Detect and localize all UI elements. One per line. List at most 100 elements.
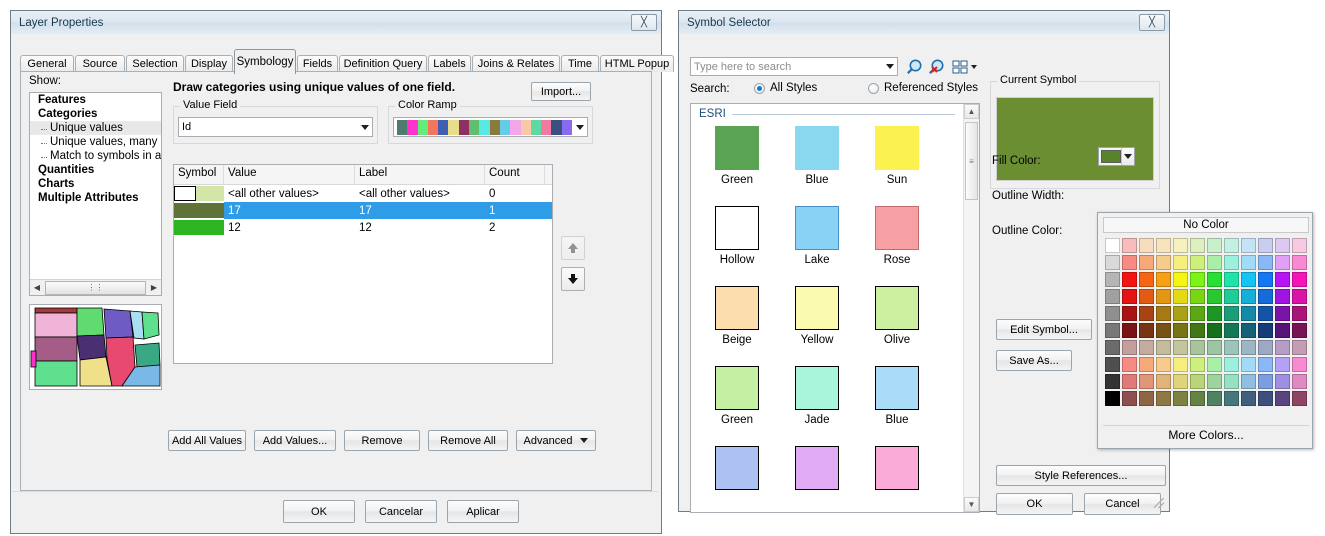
color-swatch[interactable] <box>1156 323 1171 338</box>
color-swatch[interactable] <box>1156 238 1171 253</box>
color-swatch[interactable] <box>1190 391 1205 406</box>
gallery-item-swatch[interactable] <box>715 286 759 330</box>
gallery-item-swatch[interactable] <box>875 366 919 410</box>
gallery-item-swatch[interactable] <box>715 446 759 490</box>
color-swatch[interactable] <box>1105 374 1120 389</box>
gallery-item[interactable]: Blue <box>857 366 937 446</box>
radio-referenced-styles[interactable]: Referenced Styles <box>868 82 978 94</box>
color-swatch[interactable] <box>1292 289 1307 304</box>
color-swatch[interactable] <box>1190 374 1205 389</box>
edit-symbol-button[interactable]: Edit Symbol... <box>996 319 1092 340</box>
gallery-item[interactable]: Blue <box>777 126 857 206</box>
color-swatch[interactable] <box>1207 391 1222 406</box>
color-swatch[interactable] <box>1275 340 1290 355</box>
gallery-item[interactable]: Sun <box>857 126 937 206</box>
row-symbol-cell[interactable] <box>174 185 224 202</box>
radio-all-styles[interactable]: All Styles <box>754 82 817 94</box>
color-swatch[interactable] <box>1156 357 1171 372</box>
show-list[interactable]: Features Categories Unique values Unique… <box>29 92 162 296</box>
gallery-item[interactable]: Yellow <box>777 286 857 366</box>
import-button[interactable]: Import... <box>531 82 591 101</box>
color-swatch[interactable] <box>1275 272 1290 287</box>
gallery-item-swatch[interactable] <box>875 446 919 490</box>
color-swatch[interactable] <box>1139 323 1154 338</box>
symbol-swatch-hollow[interactable] <box>174 186 196 201</box>
gallery-item[interactable]: Jade <box>777 366 857 446</box>
gallery-item[interactable] <box>697 446 777 512</box>
color-swatch[interactable] <box>1207 323 1222 338</box>
symbol-swatch-secondary[interactable] <box>196 186 224 201</box>
ok-button[interactable]: OK <box>283 500 355 523</box>
color-swatch[interactable] <box>1190 306 1205 321</box>
color-swatch[interactable] <box>1139 306 1154 321</box>
color-swatch[interactable] <box>1207 340 1222 355</box>
tab-display[interactable]: Display <box>185 55 233 72</box>
color-swatch[interactable] <box>1241 306 1256 321</box>
table-row[interactable]: <all other values> <all other values> 0 <box>174 185 552 202</box>
arrow-down-icon[interactable] <box>561 267 585 291</box>
gallery-item-swatch[interactable] <box>875 126 919 170</box>
color-swatch[interactable] <box>1173 374 1188 389</box>
color-swatch[interactable] <box>1105 306 1120 321</box>
tab-general[interactable]: General <box>20 55 74 72</box>
color-swatch[interactable] <box>1122 357 1137 372</box>
color-swatch[interactable] <box>1173 391 1188 406</box>
color-swatch[interactable] <box>1207 306 1222 321</box>
fill-color-combo[interactable] <box>1098 147 1135 166</box>
color-swatch[interactable] <box>1258 323 1273 338</box>
color-swatch[interactable] <box>1122 255 1137 270</box>
gallery-item-swatch[interactable] <box>875 286 919 330</box>
color-swatch[interactable] <box>1241 323 1256 338</box>
color-swatch[interactable] <box>1173 340 1188 355</box>
show-item-match-to-symbols[interactable]: Match to symbols in a <box>30 149 161 163</box>
color-swatch[interactable] <box>1224 289 1239 304</box>
color-swatch-grid[interactable] <box>1104 237 1308 407</box>
style-references-button[interactable]: Style References... <box>996 465 1166 486</box>
scroll-thumb[interactable]: ≡ <box>965 122 978 200</box>
color-picker-dropdown[interactable]: No Color More Colors... <box>1097 212 1313 449</box>
gallery-item[interactable]: Rose <box>857 206 937 286</box>
row-symbol-cell[interactable] <box>174 202 224 219</box>
scroll-left-icon[interactable]: ◀ <box>30 281 44 295</box>
color-swatch[interactable] <box>1224 357 1239 372</box>
color-swatch[interactable] <box>1139 272 1154 287</box>
symbol-swatch[interactable] <box>174 220 224 235</box>
scroll-down-icon[interactable]: ▼ <box>964 497 979 512</box>
color-swatch[interactable] <box>1224 255 1239 270</box>
color-swatch[interactable] <box>1139 391 1154 406</box>
color-swatch[interactable] <box>1224 238 1239 253</box>
color-swatch[interactable] <box>1241 238 1256 253</box>
chevron-down-icon[interactable] <box>580 438 589 443</box>
gallery-item[interactable]: Lake <box>777 206 857 286</box>
color-swatch[interactable] <box>1190 323 1205 338</box>
value-field-combo[interactable]: Id <box>178 117 373 137</box>
symbol-gallery[interactable]: ESRI Green Blue Sun Hollow Lake Rose Beige Yell… <box>690 103 980 513</box>
color-swatch[interactable] <box>1139 374 1154 389</box>
color-swatch[interactable] <box>1105 272 1120 287</box>
color-swatch[interactable] <box>1292 374 1307 389</box>
color-swatch[interactable] <box>1241 289 1256 304</box>
color-swatch[interactable] <box>1292 391 1307 406</box>
color-swatch[interactable] <box>1224 272 1239 287</box>
save-as-button[interactable]: Save As... <box>996 350 1072 371</box>
color-swatch[interactable] <box>1275 374 1290 389</box>
color-swatch[interactable] <box>1139 289 1154 304</box>
color-swatch[interactable] <box>1156 391 1171 406</box>
cancel-button[interactable]: Cancel <box>1084 493 1161 515</box>
color-swatch[interactable] <box>1207 255 1222 270</box>
color-swatch[interactable] <box>1105 391 1120 406</box>
gallery-item-swatch[interactable] <box>795 446 839 490</box>
color-swatch[interactable] <box>1275 323 1290 338</box>
color-swatch[interactable] <box>1258 374 1273 389</box>
no-color-button[interactable]: No Color <box>1103 217 1309 233</box>
tab-symbology[interactable]: Symbology <box>234 49 296 74</box>
column-header-count[interactable]: Count <box>485 165 545 184</box>
color-swatch[interactable] <box>1275 238 1290 253</box>
row-symbol-cell[interactable] <box>174 219 224 236</box>
color-swatch[interactable] <box>1105 289 1120 304</box>
color-swatch[interactable] <box>1258 289 1273 304</box>
color-swatch[interactable] <box>1139 357 1154 372</box>
color-swatch[interactable] <box>1258 255 1273 270</box>
radio-button-icon[interactable] <box>868 82 879 94</box>
tab-html-popup[interactable]: HTML Popup <box>600 55 674 72</box>
